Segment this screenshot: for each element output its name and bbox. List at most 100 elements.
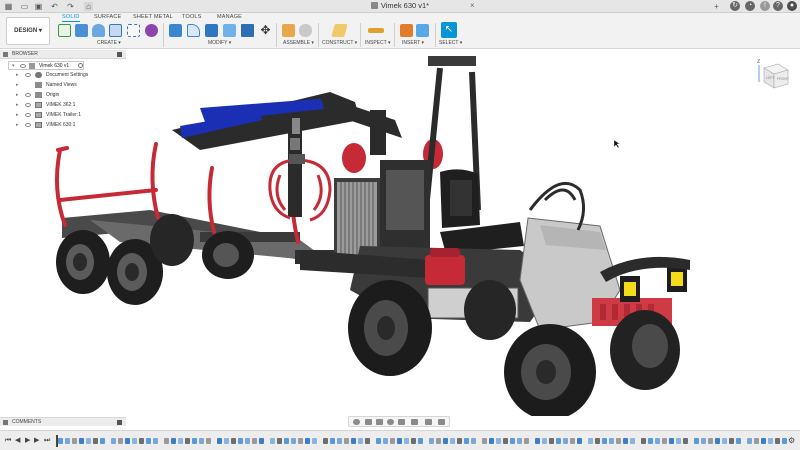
timeline-feature[interactable] (623, 438, 628, 444)
refresh-icon[interactable]: ↻ (730, 1, 740, 11)
timeline-feature[interactable] (588, 438, 593, 444)
timeline-feature[interactable] (464, 438, 469, 444)
timeline-feature[interactable] (570, 438, 575, 444)
fillet-icon[interactable] (187, 24, 200, 37)
timeline-feature[interactable] (365, 438, 370, 444)
timeline-feature[interactable] (206, 438, 211, 444)
timeline-feature[interactable] (185, 438, 190, 444)
group-construct[interactable]: CONSTRUCT ▾ (322, 40, 357, 46)
revolve-icon[interactable] (92, 24, 105, 37)
timeline-feature[interactable] (100, 438, 105, 444)
combine-icon[interactable] (223, 24, 236, 37)
insert-image-icon[interactable] (416, 24, 429, 37)
timeline-feature[interactable] (701, 438, 706, 444)
fit-icon[interactable] (398, 419, 405, 425)
design-canvas[interactable] (0, 50, 800, 416)
timeline-feature[interactable] (231, 438, 236, 444)
group-insert[interactable]: INSERT ▾ (402, 40, 424, 46)
timeline-feature[interactable] (277, 438, 282, 444)
user-avatar[interactable]: ● (787, 1, 797, 11)
move-icon[interactable]: ✥ (259, 24, 272, 37)
insert-derive-icon[interactable] (400, 24, 413, 37)
timeline-feature[interactable] (72, 438, 77, 444)
tab-tools[interactable]: TOOLS (182, 14, 202, 20)
last-icon[interactable]: ⏭ (44, 437, 50, 445)
timeline-marker[interactable] (56, 435, 58, 447)
shell-icon[interactable] (109, 24, 122, 37)
gear-icon[interactable]: ⚙ (788, 437, 795, 445)
tab-sheet-metal[interactable]: SHEET METAL (133, 14, 173, 20)
tab-surface[interactable]: SURFACE (94, 14, 121, 20)
timeline-feature[interactable] (298, 438, 303, 444)
timeline-feature[interactable] (404, 438, 409, 444)
timeline-feature[interactable] (132, 438, 137, 444)
clock-icon[interactable]: ◔ (745, 1, 755, 11)
pattern-icon[interactable] (127, 24, 140, 37)
tab-manage[interactable]: MANAGE (217, 14, 242, 20)
timeline-feature[interactable] (259, 438, 264, 444)
add-tab-icon[interactable]: + (712, 2, 721, 11)
timeline-feature[interactable] (549, 438, 554, 444)
tab-solid[interactable]: SOLID (62, 14, 80, 22)
chamfer-icon[interactable] (205, 24, 218, 37)
viewports-icon[interactable] (438, 419, 445, 425)
group-select[interactable]: SELECT ▾ (439, 40, 462, 46)
new-sketch-icon[interactable] (58, 24, 71, 37)
look-at-icon[interactable] (365, 419, 372, 425)
comments-panel[interactable]: COMMENTS (0, 417, 126, 426)
timeline-feature[interactable] (312, 438, 317, 444)
timeline-feature[interactable] (146, 438, 151, 444)
timeline-feature[interactable] (178, 438, 183, 444)
timeline-feature[interactable] (609, 438, 614, 444)
timeline-feature[interactable] (171, 438, 176, 444)
timeline-feature[interactable] (358, 438, 363, 444)
offset-plane-icon[interactable] (331, 24, 348, 37)
timeline-feature[interactable] (556, 438, 561, 444)
first-icon[interactable]: ⏮ (5, 437, 11, 445)
timeline-feature[interactable] (192, 438, 197, 444)
close-icon[interactable]: × (470, 1, 475, 10)
timeline-feature[interactable] (139, 438, 144, 444)
timeline-feature[interactable] (563, 438, 568, 444)
timeline-feature[interactable] (86, 438, 91, 444)
timeline-feature[interactable] (457, 438, 462, 444)
timeline-feature[interactable] (238, 438, 243, 444)
timeline-feature[interactable] (736, 438, 741, 444)
timeline-feature[interactable] (683, 438, 688, 444)
timeline-feature[interactable] (344, 438, 349, 444)
timeline-feature[interactable] (775, 438, 780, 444)
timeline-feature[interactable] (58, 438, 63, 444)
timeline-feature[interactable] (245, 438, 250, 444)
timeline-feature[interactable] (489, 438, 494, 444)
timeline-feature[interactable] (761, 438, 766, 444)
forwarder-model[interactable] (55, 56, 690, 416)
timeline-feature[interactable] (199, 438, 204, 444)
select-icon[interactable]: ↖ (441, 22, 457, 38)
timeline-feature[interactable] (595, 438, 600, 444)
timeline-feature[interactable] (284, 438, 289, 444)
timeline-feature[interactable] (482, 438, 487, 444)
timeline-feature[interactable] (390, 438, 395, 444)
form-icon[interactable] (145, 24, 158, 37)
timeline-feature[interactable] (305, 438, 310, 444)
timeline-feature[interactable] (118, 438, 123, 444)
timeline-feature[interactable] (436, 438, 441, 444)
group-assemble[interactable]: ASSEMBLE ▾ (283, 40, 314, 46)
timeline-feature[interactable] (164, 438, 169, 444)
workspace-switcher[interactable]: DESIGN ▾ (6, 17, 50, 45)
timeline-feature[interactable] (397, 438, 402, 444)
timeline-feature[interactable] (79, 438, 84, 444)
pan-icon[interactable] (376, 419, 383, 425)
timeline-feature[interactable] (729, 438, 734, 444)
timeline-feature[interactable] (496, 438, 501, 444)
timeline-feature[interactable] (754, 438, 759, 444)
timeline-feature[interactable] (602, 438, 607, 444)
timeline-feature[interactable] (662, 438, 667, 444)
timeline-feature[interactable] (418, 438, 423, 444)
timeline-feature[interactable] (323, 438, 328, 444)
timeline-feature[interactable] (715, 438, 720, 444)
timeline-feature[interactable] (270, 438, 275, 444)
timeline-feature[interactable] (669, 438, 674, 444)
timeline-feature[interactable] (630, 438, 635, 444)
timeline-feature[interactable] (224, 438, 229, 444)
